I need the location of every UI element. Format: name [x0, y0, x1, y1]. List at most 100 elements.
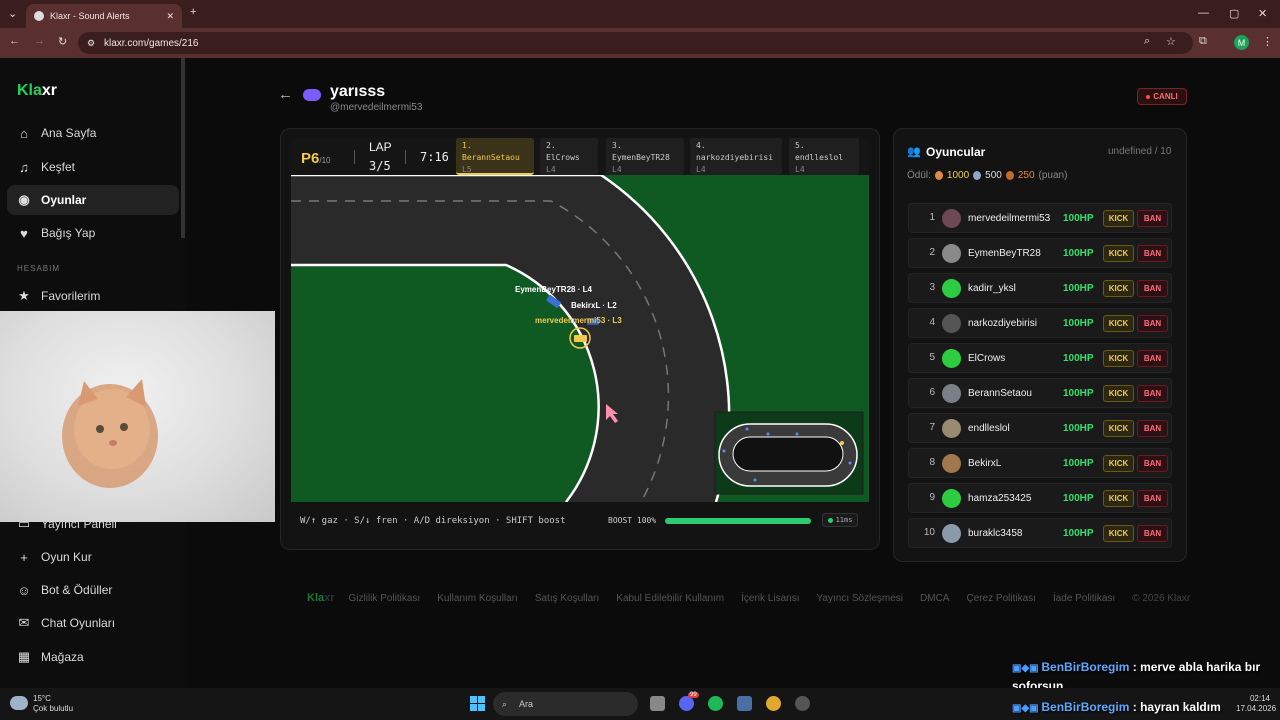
boost-label: BOOST 100%	[608, 516, 657, 525]
player-row: 9 hamza253425 100HP KICK BAN	[908, 483, 1172, 513]
kick-button[interactable]: KICK	[1103, 350, 1134, 367]
chrome-icon[interactable]	[766, 696, 781, 711]
minimap-car-dot	[766, 432, 770, 436]
back-icon[interactable]: ←	[9, 35, 20, 47]
bookmark-star-icon[interactable]: ☆	[1166, 35, 1176, 48]
taskbar-search[interactable]: ⌕ Ara	[493, 692, 638, 716]
sidebar-item-games[interactable]: ◉ Oyunlar	[7, 185, 179, 215]
zoom-icon[interactable]: ⌕	[1144, 35, 1150, 48]
weather-widget[interactable]: 15°C Çok bulutlu	[33, 694, 73, 714]
weather-cloud-icon	[10, 696, 28, 710]
minimize-icon[interactable]: —	[1198, 7, 1209, 19]
footer-link-cookies[interactable]: Çerez Politikası	[966, 593, 1035, 604]
ban-button[interactable]: BAN	[1137, 420, 1168, 437]
player-hp: 100HP	[1063, 423, 1094, 434]
tab-title: Klaxr - Sound Alerts	[50, 11, 130, 21]
ban-button[interactable]: BAN	[1137, 455, 1168, 472]
profile-avatar[interactable]: M	[1234, 35, 1249, 50]
back-arrow-icon[interactable]: ←	[278, 86, 293, 103]
bronze-medal-icon	[1005, 171, 1014, 180]
footer-link-acceptable-use[interactable]: Kabul Edilebilir Kullanım	[616, 593, 724, 604]
player-name: BekirxL	[968, 458, 1002, 469]
player-row: 5 ElCrows 100HP KICK BAN	[908, 343, 1172, 373]
sidebar-item-bot-rewards[interactable]: ☺ Bot & Ödüller	[7, 575, 179, 605]
footer-link-refunds[interactable]: İade Politikası	[1053, 593, 1115, 604]
player-rank: 7	[929, 422, 935, 433]
new-tab-icon[interactable]: +	[190, 6, 196, 18]
close-window-icon[interactable]: ✕	[1258, 7, 1267, 20]
sidebar-item-explore[interactable]: ♫ Keşfet	[7, 152, 179, 182]
kick-button[interactable]: KICK	[1103, 455, 1134, 472]
footer-link-content-license[interactable]: İçerik Lisansı	[741, 593, 799, 604]
obs-icon[interactable]	[795, 696, 810, 711]
sidebar-item-create-game[interactable]: + Oyun Kur	[7, 542, 179, 572]
player-hp: 100HP	[1063, 493, 1094, 504]
avatar	[942, 419, 961, 438]
ban-button[interactable]: BAN	[1137, 210, 1168, 227]
site-info-icon[interactable]: ⚙	[87, 38, 95, 49]
sidebar-item-home[interactable]: ⌂ Ana Sayfa	[7, 118, 179, 148]
players-count: undefined / 10	[1108, 146, 1172, 157]
extensions-icon[interactable]: ⧉	[1199, 35, 1207, 48]
race-timer: 7:16	[420, 150, 449, 164]
ban-button[interactable]: BAN	[1137, 280, 1168, 297]
ban-button[interactable]: BAN	[1137, 525, 1168, 542]
minimap-car-dot	[753, 478, 757, 482]
url-input[interactable]: ⚙ klaxr.com/games/216	[78, 32, 1193, 54]
kick-button[interactable]: KICK	[1103, 315, 1134, 332]
race-position: P6/10	[301, 150, 331, 167]
player-row: 3 kadirr_yksl 100HP KICK BAN	[908, 273, 1172, 303]
footer-link-dmca[interactable]: DMCA	[920, 593, 949, 604]
sidebar-item-store[interactable]: ▦ Mağaza	[7, 642, 179, 672]
kick-button[interactable]: KICK	[1103, 525, 1134, 542]
kick-button[interactable]: KICK	[1103, 385, 1134, 402]
task-view-icon[interactable]	[650, 696, 665, 711]
restore-icon[interactable]: ▢	[1229, 7, 1239, 20]
ban-button[interactable]: BAN	[1137, 245, 1168, 262]
kick-button[interactable]: KICK	[1103, 245, 1134, 262]
footer-link-sales[interactable]: Satış Koşulları	[535, 593, 599, 604]
kick-button[interactable]: KICK	[1103, 210, 1134, 227]
avatar	[942, 384, 961, 403]
ban-button[interactable]: BAN	[1137, 385, 1168, 402]
windows-start-icon[interactable]	[470, 696, 485, 711]
discord-icon[interactable]	[679, 696, 694, 711]
kick-button[interactable]: KICK	[1103, 280, 1134, 297]
spotify-icon[interactable]	[708, 696, 723, 711]
sidebar-item-donate[interactable]: ♥ Bağış Yap	[7, 218, 179, 248]
tab-list-icon[interactable]: ⌄	[8, 7, 17, 20]
steam-icon[interactable]	[737, 696, 752, 711]
footer-logo[interactable]: Klaxr	[307, 592, 335, 604]
hud-divider	[405, 150, 406, 164]
menu-icon[interactable]: ⋮	[1262, 35, 1273, 48]
player-name: ElCrows	[968, 353, 1006, 364]
logo[interactable]: Klaxr	[17, 82, 57, 100]
player-rank: 8	[929, 457, 935, 468]
kick-button[interactable]: KICK	[1103, 490, 1134, 507]
boost-bar-fill	[665, 518, 811, 524]
ban-button[interactable]: BAN	[1137, 350, 1168, 367]
ban-button[interactable]: BAN	[1137, 315, 1168, 332]
close-tab-icon[interactable]: ✕	[166, 11, 174, 22]
sidebar-scrollbar[interactable]	[181, 58, 185, 238]
browser-tab[interactable]: Klaxr - Sound Alerts ✕	[26, 4, 182, 28]
sidebar-item-favorites[interactable]: ★ Favorilerim	[7, 281, 179, 311]
avatar	[942, 314, 961, 333]
kick-button[interactable]: KICK	[1103, 420, 1134, 437]
taskbar-clock[interactable]: 02:14 17.04.2026	[1236, 694, 1276, 714]
ban-button[interactable]: BAN	[1137, 490, 1168, 507]
globe-icon	[34, 11, 44, 21]
kitten-image	[62, 379, 158, 488]
footer-link-privacy[interactable]: Gizlilik Politikası	[349, 593, 421, 604]
footer-link-terms[interactable]: Kullanım Koşulları	[437, 593, 518, 604]
sidebar-item-chat-games[interactable]: ✉ Chat Oyunları	[7, 608, 179, 638]
lap-value: 3/5	[369, 159, 391, 173]
page-title: yarısss	[330, 83, 386, 100]
avatar	[942, 279, 961, 298]
forward-icon[interactable]: →	[34, 35, 45, 47]
footer-link-streamer-agreement[interactable]: Yayıncı Sözleşmesi	[817, 593, 904, 604]
player-row: 1 mervedeilmermi53 100HP KICK BAN	[908, 203, 1172, 233]
minimap-car-dot	[848, 461, 852, 465]
reload-icon[interactable]: ↻	[58, 35, 67, 48]
race-track-canvas[interactable]: EymenBeyTR28 · L4 BekirxL · L2 mervedeil…	[291, 175, 869, 502]
